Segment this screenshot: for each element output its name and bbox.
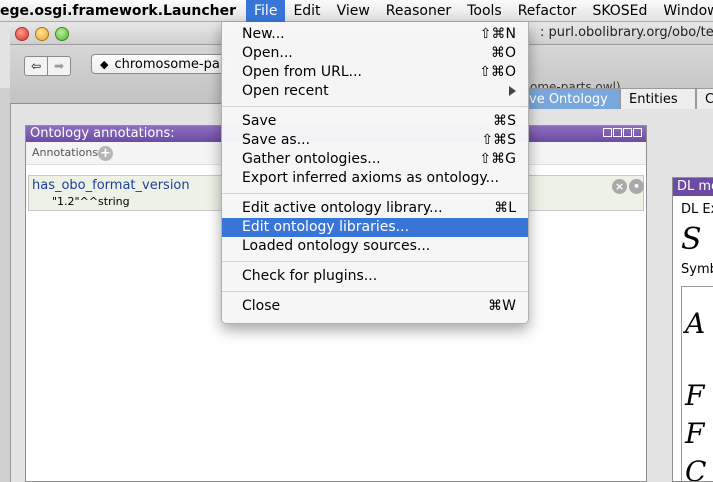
menu-item-label: Gather ontologies... xyxy=(242,151,381,167)
edit-annotation-button[interactable]: • xyxy=(629,179,644,194)
panel-title: Ontology annotations: xyxy=(30,126,175,141)
panel-controls xyxy=(603,128,642,137)
dl-expressivity-label: DL Ex xyxy=(681,202,713,217)
dl-glyph-f: F xyxy=(685,417,705,450)
menu-separator xyxy=(222,106,528,107)
menu-item-save[interactable]: Save ⌘S xyxy=(222,112,528,131)
close-icon: × xyxy=(614,180,625,193)
menu-item-new[interactable]: New... ⇧⌘N xyxy=(222,25,528,44)
menu-tools[interactable]: Tools xyxy=(459,0,510,22)
menu-item-label: Edit active ontology library... xyxy=(242,200,443,216)
menu-edit[interactable]: Edit xyxy=(285,0,328,22)
menu-item-label: Export inferred axioms as ontology... xyxy=(242,170,499,186)
menu-item-open[interactable]: Open... ⌘O xyxy=(222,44,528,63)
menu-window[interactable]: Window xyxy=(655,0,713,22)
menu-item-label: Loaded ontology sources... xyxy=(242,238,431,254)
active-ontology-selector[interactable]: ◆ chromosome-pa xyxy=(91,54,233,74)
menu-reasoner[interactable]: Reasoner xyxy=(378,0,459,22)
menu-item-open-from-url[interactable]: Open from URL... ⇧⌘O xyxy=(222,63,528,82)
minimize-window-button[interactable] xyxy=(35,27,49,41)
menu-separator xyxy=(222,261,528,262)
gear-icon: • xyxy=(632,180,641,193)
menu-item-shortcut: ⌘L xyxy=(494,200,516,216)
menu-item-export-inferred-axioms-as-ontology[interactable]: Export inferred axioms as ontology... xyxy=(222,169,528,188)
dl-expressivity-symbol: S xyxy=(681,222,702,257)
menu-separator xyxy=(222,193,528,194)
annotations-label: Annotations xyxy=(32,146,99,159)
add-annotation-button[interactable]: + xyxy=(98,146,113,161)
menu-item-gather-ontologies[interactable]: Gather ontologies... ⇧⌘G xyxy=(222,150,528,169)
file-menu-dropdown: New... ⇧⌘N Open... ⌘O Open from URL... ⇧⌘O Ope… xyxy=(221,22,529,324)
submenu-arrow-icon xyxy=(509,86,516,96)
back-button[interactable]: ⇦ xyxy=(24,56,48,76)
menu-item-save-as[interactable]: Save as... ⇧⌘S xyxy=(222,131,528,150)
menu-item-edit-ontology-libraries[interactable]: Edit ontology libraries... xyxy=(222,218,528,237)
menu-item-shortcut: ⇧⌘G xyxy=(479,151,516,167)
menu-item-label: Edit ontology libraries... xyxy=(242,219,410,235)
menu-item-close[interactable]: Close ⌘W xyxy=(222,297,528,316)
menu-item-label: Check for plugins... xyxy=(242,268,378,284)
menu-item-label: Save as... xyxy=(242,132,311,148)
delete-annotation-button[interactable]: × xyxy=(612,179,627,194)
dl-glyph-c: C xyxy=(685,455,707,482)
menu-item-label: Save xyxy=(242,113,277,129)
zoom-window-button[interactable] xyxy=(55,27,69,41)
dl-panel-header: DL me xyxy=(673,178,713,196)
menu-item-check-for-plugins[interactable]: Check for plugins... xyxy=(222,267,528,286)
menu-item-shortcut: ⌘S xyxy=(493,113,516,129)
menu-item-label: Open from URL... xyxy=(242,64,362,80)
dl-symbols-box: A F F C xyxy=(681,286,713,482)
menu-item-label: Open... xyxy=(242,45,293,61)
arrow-right-icon: ➡ xyxy=(53,59,65,73)
menu-view[interactable]: View xyxy=(329,0,378,22)
menu-item-shortcut: ⌘W xyxy=(488,298,516,314)
menu-bar: ege.osgi.framework.Launcher File Edit Vi… xyxy=(0,0,713,22)
panel-restore-icon[interactable] xyxy=(613,128,622,137)
tab-entities[interactable]: Entities xyxy=(620,88,696,109)
menu-item-shortcut: ⇧⌘S xyxy=(481,132,516,148)
menu-separator xyxy=(222,291,528,292)
panel-maximize-icon[interactable] xyxy=(623,128,632,137)
app-name[interactable]: ege.osgi.framework.Launcher xyxy=(0,3,246,19)
background-window-edge xyxy=(0,88,11,482)
menu-item-shortcut: ⇧⌘O xyxy=(479,64,516,80)
window-title: : purl.obolibrary.org/obo/tes xyxy=(540,25,713,40)
menu-item-loaded-ontology-sources[interactable]: Loaded ontology sources... xyxy=(222,237,528,256)
dl-glyph-a: A xyxy=(685,307,706,340)
active-ontology-name: chromosome-pa xyxy=(114,57,220,72)
menu-item-label: New... xyxy=(242,26,285,42)
panel-split-icon[interactable] xyxy=(603,128,612,137)
menu-file[interactable]: File xyxy=(246,0,286,22)
menu-refactor[interactable]: Refactor xyxy=(510,0,585,22)
panel-close-icon[interactable] xyxy=(633,128,642,137)
menu-item-edit-active-ontology-library[interactable]: Edit active ontology library... ⌘L xyxy=(222,199,528,218)
menu-item-shortcut: ⇧⌘N xyxy=(479,26,516,42)
arrow-left-icon: ⇦ xyxy=(30,59,42,73)
forward-button[interactable]: ➡ xyxy=(47,56,71,76)
annotation-property[interactable]: has_obo_format_version xyxy=(32,178,190,193)
menu-item-label: Close xyxy=(242,298,281,314)
menu-item-shortcut: ⌘O xyxy=(490,45,516,61)
menu-skosed[interactable]: SKOSEd xyxy=(584,0,655,22)
annotation-value: "1.2"^^string xyxy=(52,195,130,208)
menu-item-label: Open recent xyxy=(242,83,329,99)
dl-symbols-label: Symb xyxy=(681,262,713,277)
dl-glyph-f: F xyxy=(685,379,705,412)
tab-active-ontology[interactable]: ve Ontology xyxy=(520,88,620,109)
ontology-diamond-icon: ◆ xyxy=(100,58,109,71)
close-window-button[interactable] xyxy=(15,27,29,41)
tab-classes[interactable]: Cla xyxy=(696,88,713,109)
dl-metrics-panel: DL me DL Ex S Symb A F F C xyxy=(672,177,713,482)
menu-item-open-recent[interactable]: Open recent xyxy=(222,82,528,101)
